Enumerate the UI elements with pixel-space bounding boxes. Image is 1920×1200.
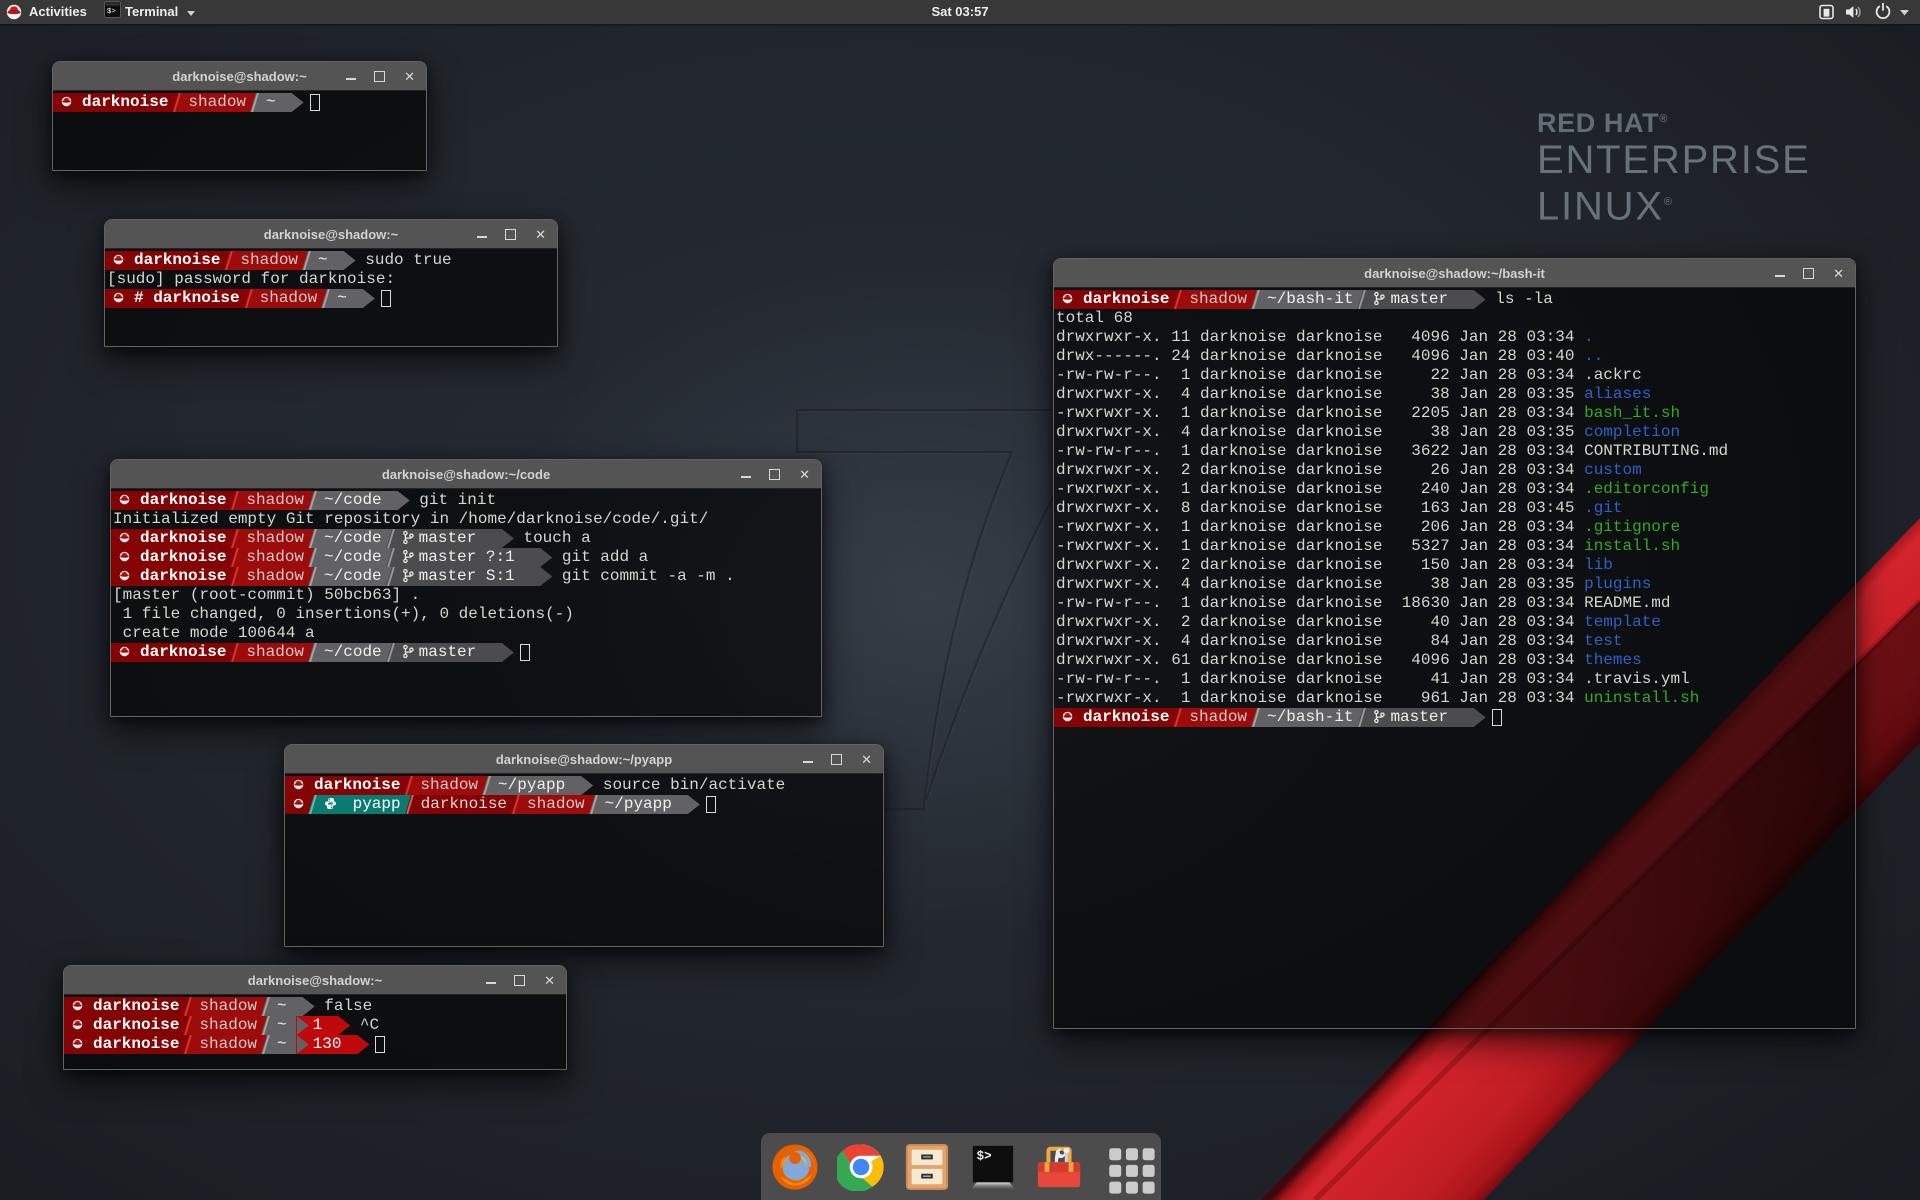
svg-text:$>: $> xyxy=(977,1149,992,1163)
